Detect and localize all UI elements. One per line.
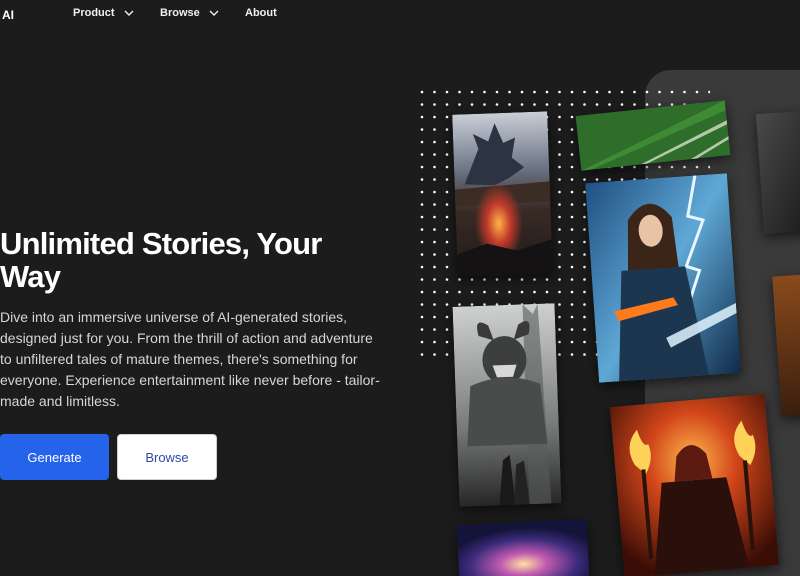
logo[interactable]: AI bbox=[2, 8, 14, 22]
nav-item-product[interactable]: Product bbox=[73, 7, 135, 19]
nav-item-product-label: Product bbox=[73, 7, 115, 19]
nav-item-browse-label: Browse bbox=[160, 7, 200, 19]
sorceress-lightning-image[interactable] bbox=[585, 173, 741, 383]
nav-item-about[interactable]: About bbox=[245, 7, 277, 19]
dark-scene-image[interactable] bbox=[755, 110, 800, 234]
generate-button[interactable]: Generate bbox=[0, 434, 109, 480]
browse-button[interactable]: Browse bbox=[117, 434, 217, 480]
nav-item-browse[interactable]: Browse bbox=[160, 7, 220, 19]
story-gallery bbox=[400, 60, 800, 576]
fire-warrior-image[interactable] bbox=[609, 393, 780, 576]
dragon-cliff-image[interactable] bbox=[452, 111, 553, 277]
hero-description: Dive into an immersive universe of AI-ge… bbox=[0, 309, 380, 409]
top-nav: AI Product Browse About bbox=[0, 0, 800, 30]
hero-title: Unlimited Stories, Your Way bbox=[0, 226, 322, 294]
nebula-image[interactable] bbox=[456, 518, 590, 576]
chevron-down-icon bbox=[123, 7, 135, 19]
nav-item-about-label: About bbox=[245, 7, 277, 19]
chevron-down-icon bbox=[208, 7, 220, 19]
horned-beast-image[interactable] bbox=[452, 303, 562, 507]
